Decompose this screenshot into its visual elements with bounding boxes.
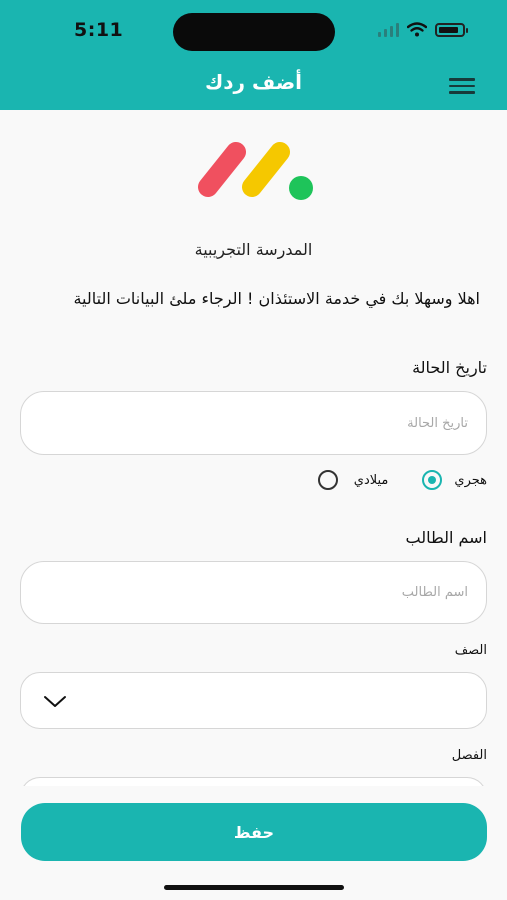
home-indicator [164,885,344,890]
radio-hijri[interactable] [422,470,443,490]
app-header: 5:11 أضف ردك [0,0,507,110]
school-name: المدرسة التجريبية [194,240,313,259]
welcome-message: اهلا وسهلا بك في خدمة الاستئذان ! الرجاء… [73,289,480,308]
student-name-field[interactable] [20,561,487,624]
grade-label: الصف [454,643,487,658]
chevron-down-icon [44,696,66,707]
calendar-option-hijri-label: هجري [454,472,487,488]
page-title: أضف ردك [204,70,303,94]
case-date-field[interactable] [20,391,487,455]
case-date-label: تاريخ الحالة [412,358,487,377]
battery-icon [435,22,468,37]
student-name-input[interactable] [21,562,486,623]
student-name-label: اسم الطالب [405,528,488,547]
calendar-type-group: هجري ميلادي [317,470,487,490]
battery-level [439,26,458,33]
grade-select[interactable] [20,672,487,729]
dynamic-island [173,13,335,51]
school-logo [198,142,313,200]
hamburger-menu-icon[interactable] [449,78,475,96]
status-time: 5:11 [74,19,124,41]
wifi-icon [407,22,427,37]
section-label: الفصل [451,748,487,763]
status-icons [378,22,468,37]
case-date-input[interactable] [21,392,486,454]
save-button[interactable]: حفظ [21,803,487,861]
signal-icon [378,22,399,37]
radio-gregorian[interactable] [317,470,338,490]
calendar-option-gregorian-label: ميلادي [353,472,389,488]
